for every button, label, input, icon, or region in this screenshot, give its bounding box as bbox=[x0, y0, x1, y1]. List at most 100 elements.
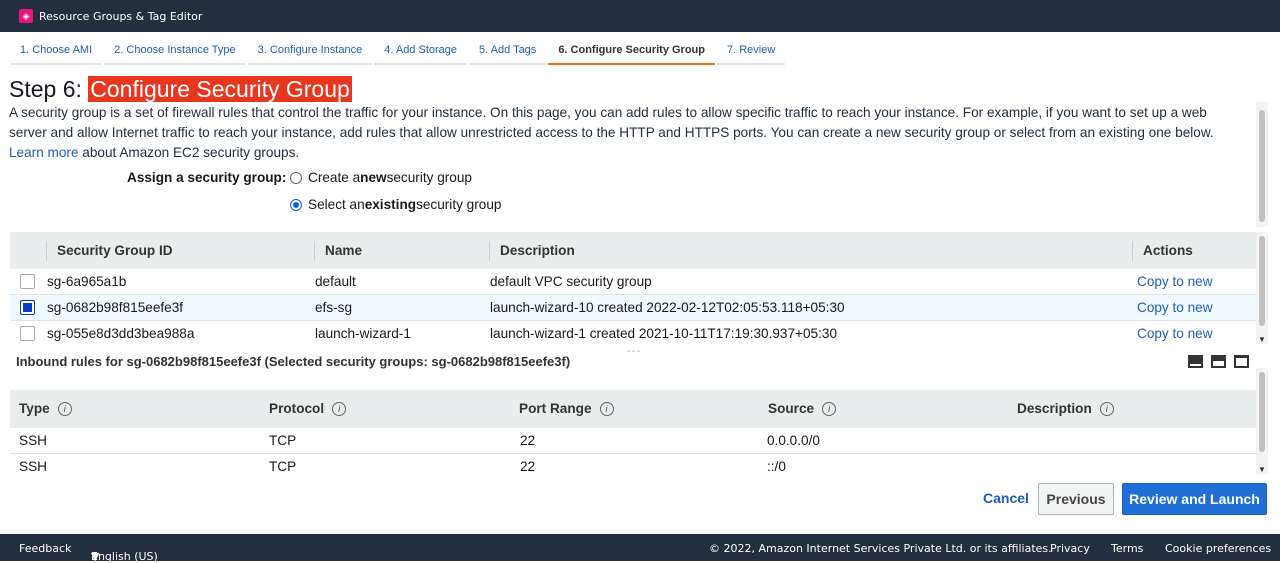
radio-select-existing-control[interactable] bbox=[290, 198, 302, 211]
page-description: A security group is a set of firewall ru… bbox=[9, 103, 1244, 163]
cancel-button[interactable]: Cancel bbox=[983, 490, 1029, 506]
info-icon[interactable]: i bbox=[822, 402, 837, 416]
caret-down-icon: ▼ bbox=[91, 550, 100, 563]
feedback-link[interactable]: Feedback bbox=[19, 542, 71, 555]
col-rule-description[interactable]: Description i bbox=[1017, 390, 1114, 428]
rule-protocol: TCP bbox=[269, 459, 297, 474]
learn-more-link[interactable]: Learn more bbox=[9, 145, 79, 160]
language-label: English (US) bbox=[91, 550, 158, 563]
copy-to-new-link[interactable]: Copy to new bbox=[1137, 274, 1213, 289]
privacy-link[interactable]: Privacy bbox=[1050, 542, 1090, 555]
description-text: A security group is a set of firewall ru… bbox=[9, 105, 1214, 140]
scroll-down-arrow-icon[interactable]: ▼ bbox=[1258, 465, 1266, 474]
resource-groups-logo-icon: ◈ bbox=[19, 9, 33, 23]
radio-create-new[interactable]: Create a new security group bbox=[290, 170, 472, 185]
info-icon[interactable]: i bbox=[599, 402, 614, 416]
col-source-label: Source bbox=[768, 401, 815, 416]
table-row[interactable]: sg-0682b98f815eefe3f efs-sg launch-wizar… bbox=[10, 295, 1256, 321]
copy-to-new-link[interactable]: Copy to new bbox=[1137, 326, 1213, 341]
inbound-rules-title: Inbound rules for sg-0682b98f815eefe3f (… bbox=[16, 354, 571, 369]
inbound-rules-scrollbar[interactable]: ▼ bbox=[1256, 368, 1268, 474]
view-small-icon[interactable] bbox=[1234, 355, 1249, 368]
panel-view-toggle bbox=[1188, 355, 1249, 368]
security-group-name: efs-sg bbox=[315, 300, 353, 315]
row-checkbox[interactable] bbox=[20, 300, 35, 315]
radio-label-post: security group bbox=[416, 197, 502, 212]
security-group-table-scrollbar-thumb[interactable] bbox=[1259, 236, 1265, 326]
page-scrollbar-thumb[interactable] bbox=[1259, 110, 1265, 222]
col-security-group-id[interactable]: Security Group ID bbox=[47, 232, 173, 269]
rule-type: SSH bbox=[19, 433, 47, 448]
copy-to-new-link[interactable]: Copy to new bbox=[1137, 300, 1213, 315]
col-port-range[interactable]: Port Range i bbox=[519, 390, 614, 428]
table-row[interactable]: sg-6a965a1b default default VPC security… bbox=[10, 269, 1256, 295]
security-group-table-scrollbar[interactable]: ▼ bbox=[1256, 232, 1268, 344]
col-description[interactable]: Description bbox=[490, 232, 575, 269]
security-group-table: Security Group ID Name Description Actio… bbox=[10, 232, 1256, 344]
security-group-id: sg-0682b98f815eefe3f bbox=[47, 300, 184, 315]
col-protocol[interactable]: Protocol i bbox=[269, 390, 347, 428]
copyright-text: © 2022, Amazon Internet Services Private… bbox=[709, 542, 1052, 555]
view-large-icon[interactable] bbox=[1188, 355, 1203, 368]
terms-link[interactable]: Terms bbox=[1111, 542, 1143, 555]
col-name[interactable]: Name bbox=[315, 232, 362, 269]
rule-source: 0.0.0.0/0 bbox=[767, 433, 820, 448]
page-scrollbar[interactable] bbox=[1256, 102, 1268, 227]
radio-select-existing[interactable]: Select an existing security group bbox=[290, 197, 501, 212]
radio-label-pre: Select an bbox=[308, 197, 365, 212]
security-group-name: default bbox=[315, 274, 356, 289]
info-icon[interactable]: i bbox=[332, 402, 347, 416]
tab-configure-instance[interactable]: 3. Configure Instance bbox=[247, 38, 373, 65]
tab-add-tags[interactable]: 5. Add Tags bbox=[469, 38, 547, 65]
resize-grip-icon[interactable]: ˵˵˵ bbox=[627, 345, 642, 355]
page-title: Step 6: Configure Security Group bbox=[9, 76, 352, 103]
col-actions: Actions bbox=[1143, 243, 1193, 258]
footer: Feedback English (US) ▼ © 2022, Amazon I… bbox=[0, 534, 1280, 563]
rule-port: 22 bbox=[520, 459, 536, 474]
review-and-launch-button[interactable]: Review and Launch bbox=[1122, 483, 1267, 515]
radio-label-post: security group bbox=[386, 170, 472, 185]
tab-add-storage[interactable]: 4. Add Storage bbox=[374, 38, 468, 65]
top-bar: ◈ Resource Groups & Tag Editor bbox=[0, 0, 1280, 32]
description-text-end: about Amazon EC2 security groups. bbox=[82, 145, 300, 160]
assign-label: Assign a security group: bbox=[127, 170, 287, 185]
security-group-description: launch-wizard-1 created 2021-10-11T17:19… bbox=[490, 326, 838, 341]
info-icon[interactable]: i bbox=[1099, 402, 1114, 416]
row-checkbox[interactable] bbox=[20, 274, 35, 289]
col-rule-description-label: Description bbox=[1017, 401, 1092, 416]
table-row[interactable]: sg-055e8d3dd3bea988a launch-wizard-1 lau… bbox=[10, 321, 1256, 344]
radio-label-bold: new bbox=[360, 170, 387, 185]
security-group-name: launch-wizard-1 bbox=[315, 326, 411, 341]
security-group-id: sg-6a965a1b bbox=[47, 274, 127, 289]
scroll-down-arrow-icon[interactable]: ▼ bbox=[1258, 335, 1266, 344]
security-group-description: launch-wizard-10 created 2022-02-12T02:0… bbox=[490, 300, 845, 315]
col-type-label: Type bbox=[19, 401, 50, 416]
rule-port: 22 bbox=[520, 433, 536, 448]
cookie-preferences-link[interactable]: Cookie preferences bbox=[1165, 542, 1271, 555]
inbound-rules-header: Type i Protocol i Port Range i Source i Desc… bbox=[10, 390, 1256, 428]
inbound-rules-scrollbar-thumb[interactable] bbox=[1259, 372, 1265, 452]
row-checkbox[interactable] bbox=[20, 326, 35, 341]
table-row: SSH TCP 22 ::/0 bbox=[10, 454, 1256, 474]
security-group-table-header: Security Group ID Name Description Actio… bbox=[10, 232, 1256, 269]
tab-choose-instance-type[interactable]: 2. Choose Instance Type bbox=[104, 38, 246, 65]
view-medium-icon[interactable] bbox=[1211, 355, 1226, 368]
tab-choose-ami[interactable]: 1. Choose AMI bbox=[10, 38, 103, 65]
step-number: Step 6: bbox=[9, 76, 82, 102]
previous-button[interactable]: Previous bbox=[1038, 483, 1114, 515]
step-title-highlight: Configure Security Group bbox=[88, 76, 352, 102]
wizard-steps: 1. Choose AMI 2. Choose Instance Type 3.… bbox=[10, 38, 787, 66]
app-title[interactable]: Resource Groups & Tag Editor bbox=[39, 10, 202, 23]
radio-label-bold: existing bbox=[364, 197, 417, 212]
radio-create-new-control[interactable] bbox=[290, 171, 302, 184]
col-source[interactable]: Source i bbox=[768, 390, 837, 428]
rule-protocol: TCP bbox=[269, 433, 297, 448]
col-protocol-label: Protocol bbox=[269, 401, 325, 416]
table-row: SSH TCP 22 0.0.0.0/0 bbox=[10, 428, 1256, 454]
tab-review[interactable]: 7. Review bbox=[717, 38, 786, 65]
tab-configure-security-group[interactable]: 6. Configure Security Group bbox=[548, 38, 715, 65]
inbound-rules-table: Type i Protocol i Port Range i Source i Desc… bbox=[10, 390, 1256, 474]
info-icon[interactable]: i bbox=[57, 402, 72, 416]
col-type[interactable]: Type i bbox=[19, 390, 72, 428]
col-port-range-label: Port Range bbox=[519, 401, 592, 416]
